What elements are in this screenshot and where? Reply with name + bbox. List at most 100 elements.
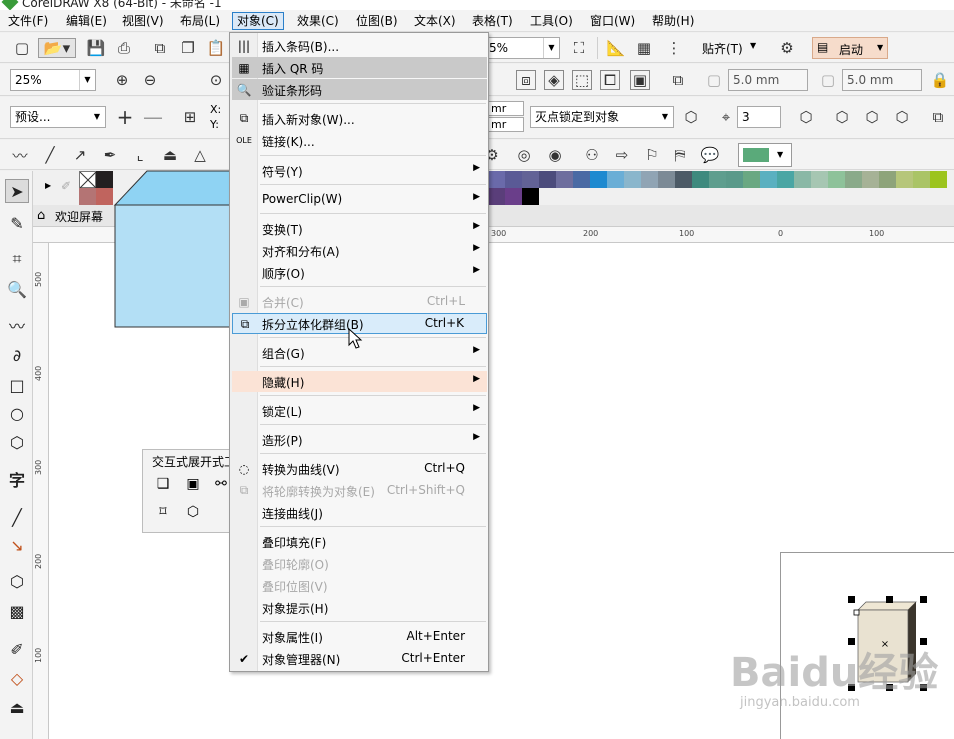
new-document-icon[interactable]: ▢	[12, 38, 32, 58]
artistic-media-tool-icon[interactable]: ∂	[5, 343, 29, 367]
group-icon[interactable]: ◈	[544, 70, 564, 90]
color-swatch[interactable]	[828, 171, 845, 188]
menu-item-convert-to-curves[interactable]: ◌ 转换为曲线(V) Ctrl+Q	[232, 458, 487, 479]
rectangle-tool-icon[interactable]: □	[5, 373, 29, 397]
fill-icon[interactable]: ⏏	[160, 145, 180, 165]
full-screen-icon[interactable]: ⛶	[569, 38, 589, 58]
color-swatch[interactable]	[590, 171, 607, 188]
color-swatch[interactable]	[539, 171, 556, 188]
zoom-selected-icon[interactable]: ⊙	[206, 70, 226, 90]
preset-combo[interactable]: 预设... ▼	[10, 106, 106, 128]
freehand-tool-icon[interactable]: 〰	[5, 313, 29, 337]
color-swatch[interactable]	[96, 171, 113, 188]
color-swatch[interactable]	[913, 171, 930, 188]
zoom-tool-icon[interactable]: 🔍	[5, 277, 29, 301]
smart-fill-tool-icon[interactable]: ⏏	[5, 695, 29, 719]
menu-layout[interactable]: 布局(L)	[176, 12, 224, 30]
bezier-icon[interactable]: ↗	[70, 145, 90, 165]
menu-item-insert-qr-code[interactable]: ▦ 插入 QR 码	[232, 57, 487, 78]
color-swatch[interactable]	[675, 171, 692, 188]
color-swatch[interactable]	[879, 171, 896, 188]
menu-tools[interactable]: 工具(O)	[526, 12, 577, 30]
color-swatch[interactable]	[930, 171, 947, 188]
menu-item-shaping[interactable]: 造形(P) ▶	[232, 429, 487, 450]
extrude-copy-icon[interactable]: ⬡	[892, 107, 912, 127]
rulers-icon[interactable]: 📐	[606, 38, 626, 58]
lock-object-icon[interactable]: ⧠	[600, 70, 620, 90]
zoom-percent-combo[interactable]: 25% ▼	[10, 69, 96, 91]
zoom-out-icon[interactable]: ⊖	[140, 70, 160, 90]
color-swatch[interactable]	[522, 171, 539, 188]
arrange-icon[interactable]: ⧉	[668, 70, 688, 90]
object-origin-icon[interactable]: ⊞	[180, 107, 200, 127]
menu-item-hide[interactable]: 隐藏(H) ▶	[232, 371, 487, 392]
extrude-color-icon[interactable]: ⬡	[796, 107, 816, 127]
drop-shadow-icon[interactable]: ❑	[153, 474, 173, 494]
zoom-in-icon[interactable]: ⊕	[112, 70, 132, 90]
contour-icon[interactable]: ▣	[183, 474, 203, 494]
guidelines-icon[interactable]: ⋮	[664, 38, 684, 58]
clear-extrude-icon[interactable]: ⧉	[928, 107, 948, 127]
pick-tool-icon[interactable]: ➤	[5, 179, 29, 203]
color-swatch[interactable]	[743, 171, 760, 188]
open-document-icon[interactable]: 📂▾	[38, 38, 76, 58]
extrusion-depth-field[interactable]: 3	[737, 106, 781, 128]
launch-button[interactable]: ▤ 启动 ▼	[812, 37, 888, 59]
menu-edit[interactable]: 编辑(E)	[62, 12, 111, 30]
crop-tool-icon[interactable]: ⌗	[5, 247, 29, 271]
menu-item-order[interactable]: 顺序(O) ▶	[232, 262, 487, 283]
color-swatch[interactable]	[726, 171, 743, 188]
flowchart-icon[interactable]: ⚐	[642, 145, 662, 165]
envelope-icon[interactable]: ⌑	[153, 502, 173, 522]
eyedropper-icon[interactable]: ✐	[61, 179, 71, 193]
lock-ratio-icon[interactable]: 🔒	[930, 70, 950, 90]
polyline-icon[interactable]: ⌞	[130, 145, 150, 165]
color-swatch[interactable]	[811, 171, 828, 188]
menu-view[interactable]: 视图(V)	[118, 12, 168, 30]
save-icon[interactable]: 💾	[86, 38, 106, 58]
triangle-icon[interactable]: △	[190, 145, 210, 165]
color-swatch[interactable]	[573, 171, 590, 188]
menu-effects[interactable]: 效果(C)	[293, 12, 343, 30]
transform-icon[interactable]: ⧈	[516, 70, 536, 90]
shape-tool-icon[interactable]: ✎	[5, 211, 29, 235]
chevron-down-icon[interactable]: ▼	[750, 41, 756, 50]
menu-item-validate-barcode[interactable]: 🔍 验证条形码	[232, 79, 487, 100]
extruded-box-shape[interactable]	[112, 168, 236, 332]
color-swatch[interactable]	[709, 171, 726, 188]
menu-table[interactable]: 表格(T)	[468, 12, 517, 30]
color-swatch[interactable]	[488, 188, 505, 205]
color-swatch[interactable]	[658, 171, 675, 188]
eyedropper-tool-icon[interactable]: ✐	[5, 637, 29, 661]
color-swatch[interactable]	[862, 171, 879, 188]
tab-welcome-screen[interactable]: 欢迎屏幕	[55, 208, 103, 225]
menu-help[interactable]: 帮助(H)	[648, 12, 698, 30]
nudge-distance-field[interactable]: 5.0 mm	[728, 69, 808, 91]
menu-text[interactable]: 文本(X)	[410, 12, 460, 30]
menu-item-transform[interactable]: 变换(T) ▶	[232, 218, 487, 239]
interactive-fill-tool-icon[interactable]: ◇	[5, 666, 29, 690]
banner-icon[interactable]: ⛿	[670, 145, 690, 165]
spiral-icon[interactable]: ◉	[545, 145, 565, 165]
extrude-icon[interactable]: ⬡	[183, 502, 203, 522]
color-swatch[interactable]	[760, 171, 777, 188]
super-nudge-field[interactable]: 5.0 mm	[842, 69, 922, 91]
add-preset-icon[interactable]: +	[115, 105, 135, 129]
copy-icon[interactable]: ❐	[178, 38, 198, 58]
palette-scroll-icon[interactable]: ▶	[45, 181, 51, 190]
home-icon[interactable]: ⌂	[37, 208, 45, 223]
paste-icon[interactable]: 📋	[206, 38, 226, 58]
color-swatch[interactable]	[488, 171, 505, 188]
menu-item-links[interactable]: OLE 链接(K)...	[232, 130, 487, 151]
remove-preset-icon[interactable]: —	[143, 105, 163, 129]
blend-icon[interactable]: ⚯	[211, 474, 231, 494]
extrude-rotation-icon[interactable]: ⬡	[681, 107, 701, 127]
color-swatch[interactable]	[607, 171, 624, 188]
color-swatch[interactable]	[505, 171, 522, 188]
color-swatch[interactable]	[624, 171, 641, 188]
transparency-tool-icon[interactable]: ▩	[5, 599, 29, 623]
arrow-shape-icon[interactable]: ⇨	[612, 145, 632, 165]
color-swatch[interactable]	[845, 171, 862, 188]
menu-window[interactable]: 窗口(W)	[586, 12, 639, 30]
unit-field-b[interactable]: mr	[486, 117, 524, 132]
